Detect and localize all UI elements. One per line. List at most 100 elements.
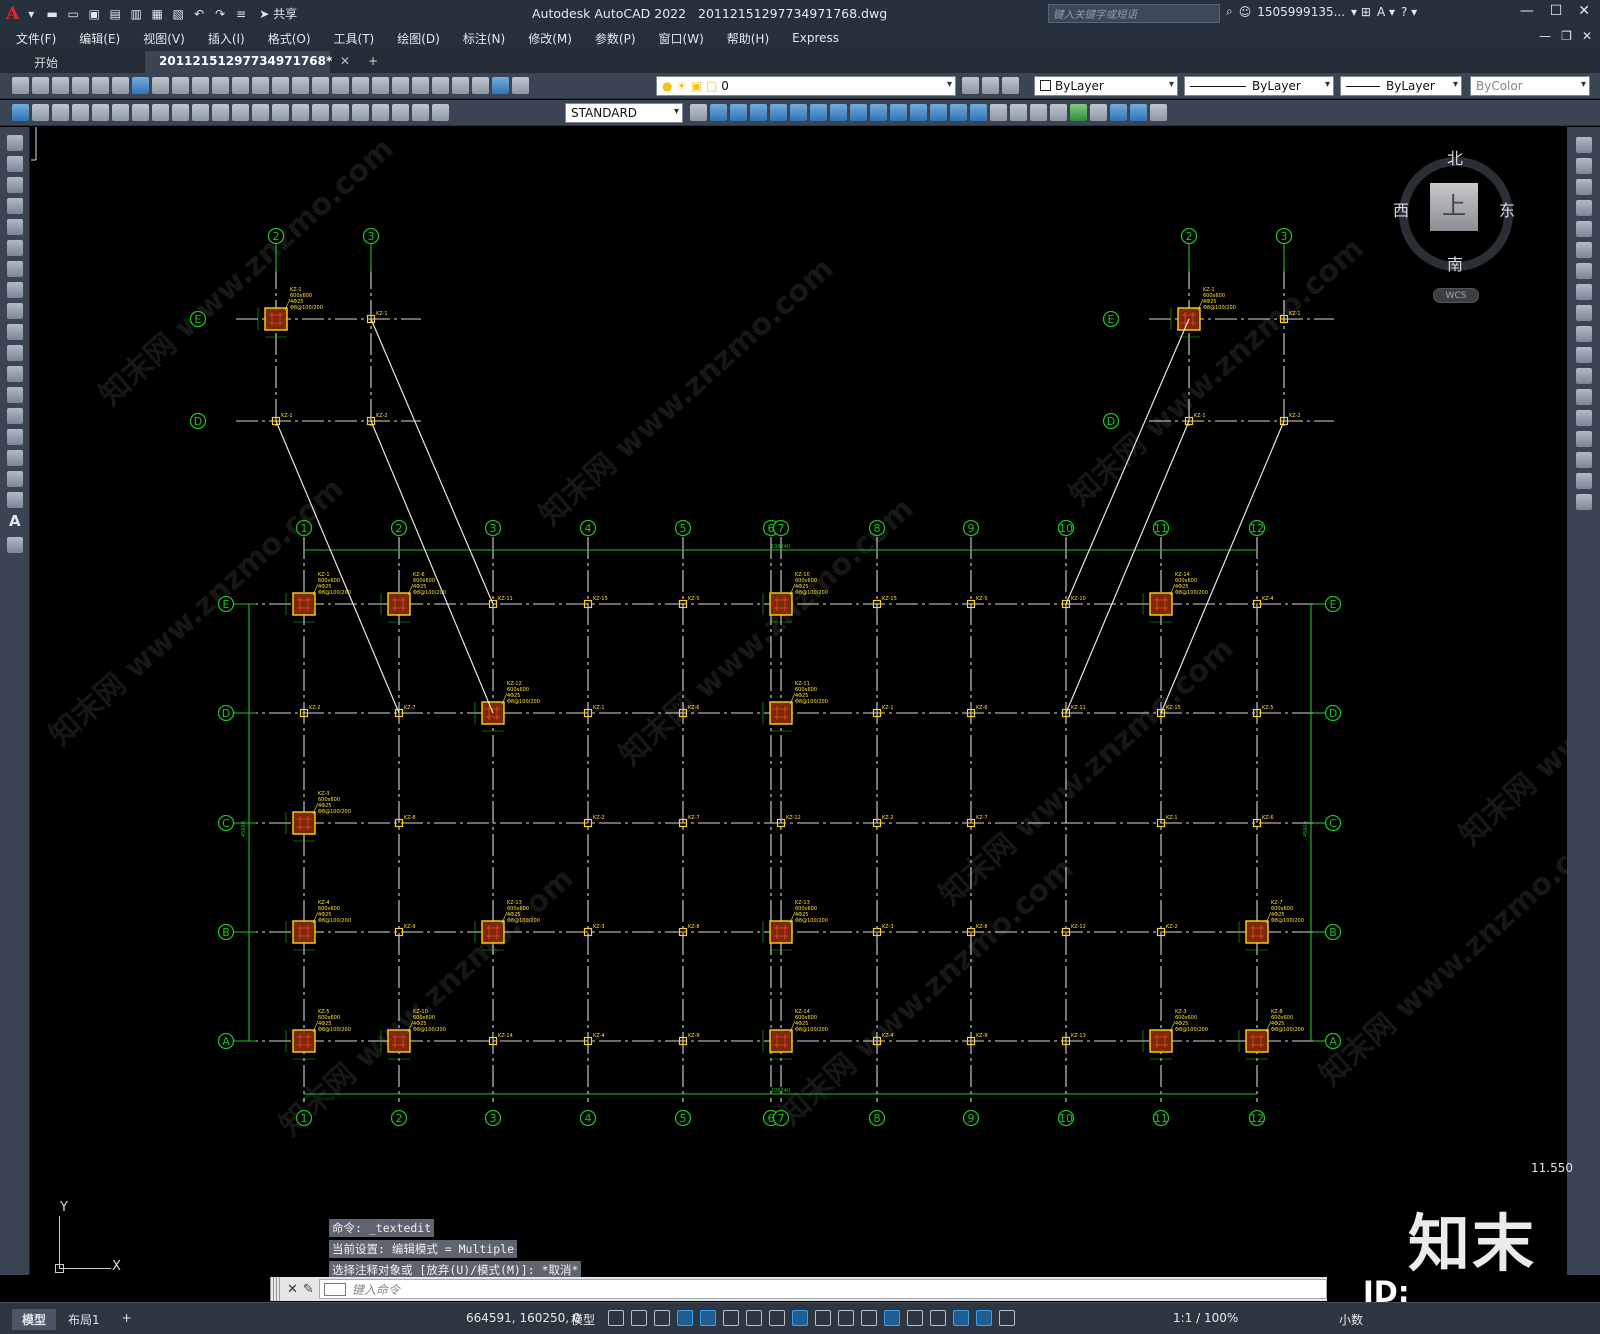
visual-style-2d-icon[interactable] [990,104,1007,121]
insert-block-icon[interactable] [7,366,23,382]
compass-north[interactable]: 北 [1447,145,1463,169]
array-icon[interactable] [1576,221,1592,237]
menu-draw[interactable]: 绘图(D) [397,30,440,47]
add-selected-icon[interactable] [7,537,23,553]
plotstyle-dropdown[interactable]: ByColor ▾ [1470,76,1590,96]
3dosnap-icon[interactable] [884,1310,900,1326]
rotate-icon[interactable] [1576,263,1592,279]
menu-help[interactable]: 帮助(H) [727,30,769,47]
ellipse-icon[interactable] [7,324,23,340]
lineweight-icon[interactable] [815,1310,831,1326]
mirror-icon[interactable] [1576,179,1592,195]
menu-insert[interactable]: 插入(I) [208,30,245,47]
app-menu-chevron-icon[interactable]: ▾ [22,5,40,23]
view-top-icon[interactable] [710,104,727,121]
redo-tool-icon[interactable] [272,77,289,94]
ucs-previous-icon[interactable] [1110,104,1127,121]
tab-active-drawing[interactable]: 20112151297734971768* ✕ [145,51,350,73]
pan-icon[interactable] [292,77,309,94]
ucs-object-icon[interactable] [1150,104,1167,121]
tolerance-icon[interactable] [312,104,329,121]
paste-icon[interactable] [192,77,209,94]
dim-ordinate-icon[interactable] [112,104,129,121]
workspace-icon[interactable] [12,104,29,121]
drawing-canvas[interactable]: 知末网 www.znzmo.com 知末网 www.znzmo.com 知末网 ww… [31,127,1567,1275]
color-dropdown[interactable]: ByLayer ▾ [1034,76,1178,96]
structural-plan-drawing[interactable]: 知末网 www.znzmo.com 知末网 www.znzmo.com 知末网 ww… [31,127,1567,1275]
table-icon[interactable] [7,492,23,508]
command-prompt-icon[interactable] [323,1282,346,1296]
cursor-coordinates[interactable]: 664591, 160250, 0 [466,1311,581,1325]
menu-view[interactable]: 视图(V) [143,30,185,47]
properties-icon[interactable] [372,77,389,94]
layer-dropdown[interactable]: ● ☀ ▣ ▢ 0 ▾ [656,76,956,96]
dim-jogged-icon[interactable] [152,104,169,121]
explode-icon[interactable] [1576,494,1592,510]
rectangle-icon[interactable] [7,219,23,235]
save-tool-icon[interactable] [52,77,69,94]
dim-space-icon[interactable] [272,104,289,121]
revision-cloud-icon[interactable] [7,282,23,298]
view-right-icon[interactable] [770,104,787,121]
units-display[interactable]: 小数 [1339,1311,1363,1328]
trim-icon[interactable] [1576,326,1592,342]
annotation-scale[interactable]: 1:1 / 100% [1173,1311,1238,1325]
menu-dimension[interactable]: 标注(N) [463,30,505,47]
tab-layout1[interactable]: 布局1 [58,1309,110,1330]
dim-diameter-icon[interactable] [172,104,189,121]
user-name[interactable]: 1505999135... [1257,5,1345,19]
model-space-toggle[interactable]: 模型 [571,1311,595,1328]
maximize-icon[interactable]: ☐ [1550,3,1563,19]
menu-parametric[interactable]: 参数(P) [595,30,636,47]
snap-icon[interactable] [631,1310,647,1326]
auto-scale-icon[interactable] [999,1310,1015,1326]
circle-icon[interactable] [7,261,23,277]
erase-icon[interactable] [1576,137,1592,153]
polyline-icon[interactable] [7,177,23,193]
minimize-icon[interactable]: — [1520,3,1534,19]
save-as-icon[interactable]: ▤ [106,5,124,23]
walk-icon[interactable] [950,104,967,121]
construction-line-icon[interactable] [7,156,23,172]
view-front-icon[interactable] [790,104,807,121]
design-center-icon[interactable] [392,77,409,94]
open-icon[interactable] [32,77,49,94]
gradient-icon[interactable] [7,450,23,466]
markup-icon[interactable] [452,77,469,94]
join-icon[interactable] [1576,410,1592,426]
center-mark-icon[interactable] [332,104,349,121]
dim-linear-icon[interactable] [52,104,69,121]
realistic-icon[interactable] [1030,104,1047,121]
publish-tool-icon[interactable] [112,77,129,94]
qdim-multi-icon[interactable] [212,104,229,121]
polygon-icon[interactable] [7,198,23,214]
menu-express[interactable]: Express [792,31,839,45]
layer-properties-icon[interactable] [512,77,529,94]
command-customize-icon[interactable]: ✎ [303,1282,314,1297]
annotation-visibility-icon[interactable] [976,1310,992,1326]
zoom-previous-icon[interactable] [352,77,369,94]
stretch-icon[interactable] [1576,305,1592,321]
fillet-icon[interactable] [1576,452,1592,468]
isodraft-icon[interactable] [746,1310,762,1326]
ucs-icon[interactable] [1070,104,1087,121]
new-file-icon[interactable]: ▬ [43,5,61,23]
visual-style-3d-icon[interactable] [1010,104,1027,121]
polar-icon[interactable] [723,1310,739,1326]
compass-south[interactable]: 南 [1447,251,1463,275]
command-close-icon[interactable]: ✕ [287,1282,298,1297]
arc-icon[interactable] [7,240,23,256]
open-file-icon[interactable]: ▭ [64,5,82,23]
osnap-icon[interactable] [792,1310,808,1326]
command-line-grip[interactable] [270,1277,282,1301]
tab-model[interactable]: 模型 [12,1309,57,1330]
calculator-icon[interactable] [472,77,489,94]
dim-text-edit-icon[interactable] [412,104,429,121]
sheet-set-icon[interactable] [432,77,449,94]
chamfer-icon[interactable] [1576,431,1592,447]
conceptual-icon[interactable] [1050,104,1067,121]
undo-icon[interactable]: ↶ [190,5,208,23]
compass-west[interactable]: 西 [1393,197,1409,221]
mtext-icon[interactable]: A [9,512,21,530]
menu-edit[interactable]: 编辑(E) [79,30,120,47]
